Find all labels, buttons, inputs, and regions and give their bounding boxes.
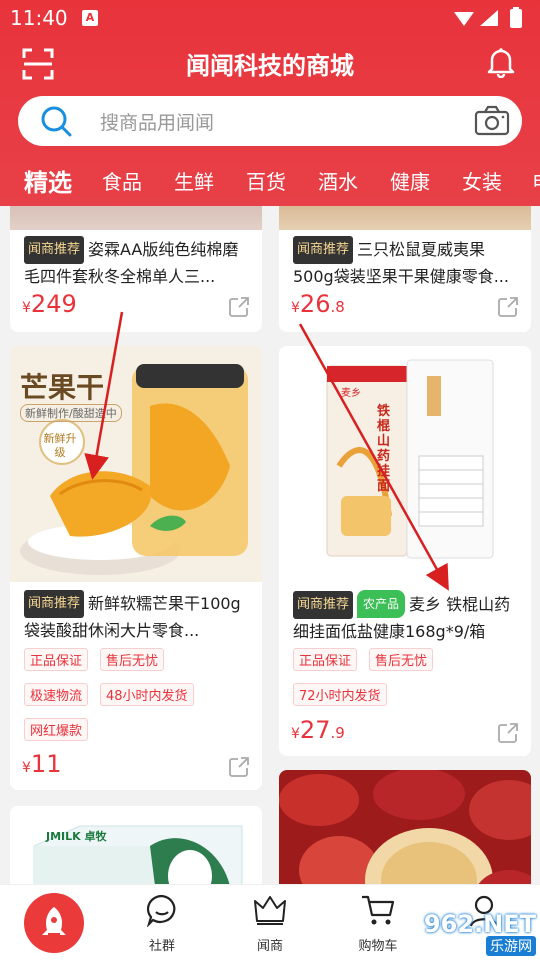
recommend-badge: 闻商推荐 — [24, 590, 85, 618]
product-price: ¥26.8 — [291, 290, 345, 318]
bell-icon[interactable] — [486, 46, 516, 78]
share-icon[interactable] — [228, 296, 250, 318]
search-bar[interactable]: 搜商品用闻闻 — [18, 96, 522, 146]
milk-box-illustration — [10, 806, 262, 884]
product-image — [10, 206, 262, 230]
service-tags: 正品保证 售后无忧 极速物流 48小时内发货 网红爆款 — [24, 648, 252, 753]
image-caption-sub: 新鲜制作/酸甜造中 — [20, 404, 122, 422]
status-bar: 11:40 A — [0, 0, 540, 36]
title-bar: 闻闻科技的商城 — [0, 40, 540, 86]
service-tag: 网红爆款 — [24, 718, 89, 741]
watermark-site-name: 乐游网 — [486, 936, 536, 956]
nav-label: 闻商 — [256, 939, 283, 954]
agri-product-badge: 农产品 — [357, 590, 406, 618]
tab-womens-clothing[interactable]: 女装 — [462, 166, 502, 195]
share-icon[interactable] — [497, 296, 519, 318]
service-tag: 极速物流 — [24, 683, 89, 706]
tab-general-goods[interactable]: 百货 — [246, 166, 286, 195]
service-tag: 正品保证 — [24, 648, 89, 671]
noodle-package-illustration — [279, 346, 531, 582]
status-time: 11:40 — [10, 6, 68, 30]
search-icon — [41, 106, 72, 137]
share-icon[interactable] — [228, 756, 250, 778]
product-price: ¥27.9 — [291, 716, 345, 744]
tab-electronics[interactable]: 电 — [532, 166, 540, 195]
service-tag: 48小时内发货 — [100, 683, 194, 706]
service-tag: 售后无忧 — [369, 648, 434, 671]
red-dates-illustration — [279, 770, 531, 884]
chat-icon — [146, 894, 176, 928]
tab-fresh[interactable]: 生鲜 — [174, 166, 214, 195]
tab-food[interactable]: 食品 — [102, 166, 142, 195]
product-card[interactable]: 闻商推荐 三只松鼠夏威夷果500g袋装坚果干果健康零食... ¥26.8 — [279, 206, 531, 332]
search-input[interactable]: 搜商品用闻闻 — [100, 108, 474, 135]
category-tabs: 精选 食品 生鲜 百货 酒水 健康 女装 电 — [0, 160, 540, 204]
product-image — [10, 806, 262, 884]
signal-battery-icon — [454, 7, 522, 28]
product-feed[interactable]: 闻商推荐 姿霖AA版纯色纯棉磨毛四件套秋冬全棉单人三... ¥249 闻商推荐 三只… — [0, 206, 540, 884]
product-card[interactable]: JMILK 卓牧 — [10, 806, 262, 884]
nav-wenshang[interactable]: 闻商 — [230, 893, 310, 954]
product-card[interactable]: 芒果干 新鲜制作/酸甜造中 新鲜升级 闻商推荐 新鲜软糯芒果干100g袋装酸甜休闲… — [10, 346, 262, 790]
app-notification-icon: A — [82, 10, 98, 26]
tab-health[interactable]: 健康 — [390, 166, 430, 195]
share-icon[interactable] — [497, 722, 519, 744]
service-tag: 正品保证 — [293, 648, 358, 671]
crown-icon — [254, 896, 286, 925]
recommend-badge: 闻商推荐 — [293, 591, 354, 619]
product-card[interactable]: 闻商推荐 姿霖AA版纯色纯棉磨毛四件套秋冬全棉单人三... ¥249 — [10, 206, 262, 332]
page-title: 闻闻科技的商城 — [186, 52, 354, 80]
watermark-domain: 962.NET — [423, 910, 536, 938]
service-tag: 售后无忧 — [100, 648, 165, 671]
camera-icon[interactable] — [474, 105, 510, 137]
tab-drinks[interactable]: 酒水 — [318, 166, 358, 195]
service-tags: 正品保证 售后无忧 72小时内发货 — [293, 648, 521, 718]
nav-community[interactable]: 社群 — [122, 893, 202, 954]
cart-icon — [362, 895, 395, 925]
product-image — [279, 770, 531, 884]
recommend-badge: 闻商推荐 — [293, 236, 354, 264]
nav-label: 社群 — [148, 939, 175, 954]
box-brand: JMILK 卓牧 — [46, 830, 107, 843]
header: 11:40 A 闻闻科技的商城 搜商品用闻闻 精选 食品 生鲜 百货 酒水 健康… — [0, 0, 540, 206]
product-price: ¥11 — [22, 750, 62, 778]
site-watermark: 962.NET 乐游网 — [400, 912, 536, 956]
package-brand: 麦乡 — [341, 388, 361, 399]
service-tag: 72小时内发货 — [293, 683, 387, 706]
rocket-icon — [42, 907, 66, 935]
image-stamp: 新鲜升级 — [43, 432, 77, 459]
product-image — [279, 346, 531, 582]
home-rocket-button[interactable] — [24, 893, 84, 953]
product-image — [279, 206, 531, 230]
package-name: 铁棍山药挂面 — [377, 404, 391, 494]
product-card[interactable]: 麦乡 铁棍山药挂面 闻商推荐 农产品 麦乡 铁棍山药细挂面低盐健康168g*9/箱 … — [279, 346, 531, 756]
recommend-badge: 闻商推荐 — [24, 236, 85, 264]
product-price: ¥249 — [22, 290, 77, 318]
image-caption-title: 芒果干 — [20, 371, 105, 404]
product-card[interactable] — [279, 770, 531, 884]
tab-featured[interactable]: 精选 — [24, 163, 72, 198]
